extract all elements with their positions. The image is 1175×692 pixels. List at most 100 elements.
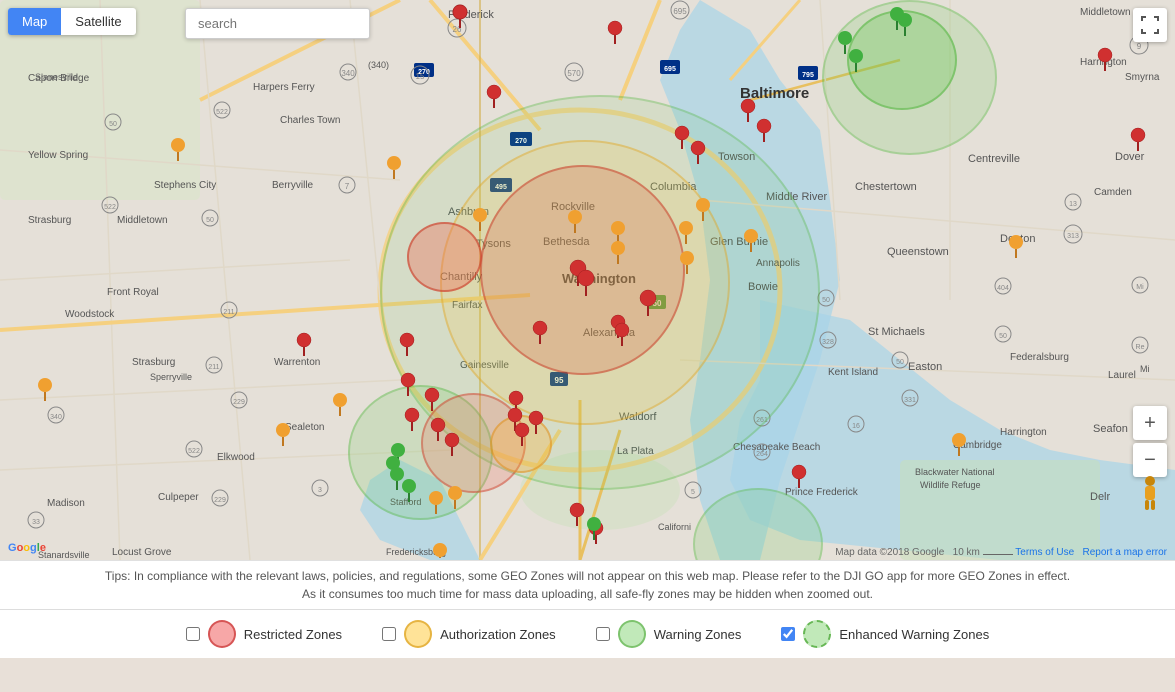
legend-item-authorization: Authorization Zones — [382, 620, 556, 648]
svg-text:Wildlife Refuge: Wildlife Refuge — [920, 480, 981, 490]
svg-text:522: 522 — [104, 204, 116, 211]
svg-text:Cambridge: Cambridge — [953, 440, 1002, 451]
map-type-toggle: Map Satellite — [8, 8, 136, 35]
svg-text:50: 50 — [206, 217, 214, 224]
zoom-out-button[interactable]: − — [1133, 443, 1167, 477]
svg-text:Queenstown: Queenstown — [887, 246, 949, 258]
svg-text:211: 211 — [208, 364, 219, 371]
svg-text:Washington: Washington — [562, 271, 636, 286]
svg-text:33: 33 — [32, 519, 40, 526]
legend-item-enhanced: Enhanced Warning Zones — [781, 620, 989, 648]
svg-text:Californi: Californi — [658, 522, 691, 532]
svg-text:Centreville: Centreville — [968, 153, 1020, 165]
svg-text:Columbia: Columbia — [650, 181, 697, 193]
svg-text:Chesapeake Beach: Chesapeake Beach — [733, 442, 820, 453]
svg-text:Rockville: Rockville — [551, 201, 595, 213]
svg-text:695: 695 — [664, 66, 676, 73]
zoom-in-button[interactable]: + — [1133, 406, 1167, 440]
warning-checkbox[interactable] — [596, 627, 610, 641]
svg-text:Harrington: Harrington — [1080, 57, 1127, 68]
search-input[interactable] — [185, 8, 370, 39]
svg-text:340: 340 — [50, 414, 62, 421]
svg-text:15: 15 — [416, 72, 425, 81]
svg-text:3: 3 — [318, 487, 322, 494]
svg-text:328: 328 — [822, 339, 834, 346]
svg-text:Dover: Dover — [1115, 151, 1145, 163]
map-btn[interactable]: Map — [8, 8, 61, 35]
svg-text:Middletown: Middletown — [117, 215, 168, 226]
svg-text:Mi: Mi — [1140, 364, 1150, 374]
enhanced-swatch — [803, 620, 831, 648]
svg-text:Gainesville: Gainesville — [460, 360, 509, 371]
svg-text:95: 95 — [555, 376, 564, 385]
svg-text:Middletown: Middletown — [1080, 7, 1131, 18]
svg-text:Blackwater National: Blackwater National — [915, 467, 995, 477]
pegman[interactable] — [1133, 476, 1167, 510]
search-box — [185, 8, 370, 39]
svg-text:50: 50 — [822, 297, 830, 304]
svg-text:5: 5 — [691, 489, 695, 496]
svg-text:Strasburg: Strasburg — [28, 215, 71, 226]
svg-text:Baltimore: Baltimore — [740, 85, 809, 102]
svg-text:Smyrna: Smyrna — [1125, 72, 1160, 83]
svg-text:229: 229 — [233, 399, 245, 406]
svg-text:Berryville: Berryville — [272, 180, 314, 191]
map-attribution: Map data ©2018 Google 10 km Terms of Use… — [835, 547, 1167, 558]
authorization-checkbox[interactable] — [382, 627, 396, 641]
google-logo: Google — [8, 542, 46, 554]
svg-text:Easton: Easton — [908, 361, 942, 373]
svg-text:Towson: Towson — [718, 151, 755, 163]
svg-text:Harpers Ferry: Harpers Ferry — [253, 82, 315, 93]
svg-text:Alexandria: Alexandria — [583, 327, 636, 339]
svg-text:270: 270 — [515, 138, 527, 145]
legend-bar: Restricted Zones Authorization Zones War… — [0, 609, 1175, 658]
svg-text:Yellow Spring: Yellow Spring — [28, 150, 88, 161]
enhanced-checkbox[interactable] — [781, 627, 795, 641]
map-container: 95 495 270 50 270 695 795 Baltimore Wash… — [0, 0, 1175, 560]
svg-text:Warrenton: Warrenton — [274, 357, 320, 368]
tips-text: Tips: In compliance with the relevant la… — [20, 567, 1155, 603]
authorization-swatch — [404, 620, 432, 648]
svg-text:Waldorf: Waldorf — [619, 411, 657, 423]
svg-text:404: 404 — [997, 285, 1009, 292]
svg-text:211: 211 — [223, 309, 234, 316]
svg-text:795: 795 — [802, 72, 814, 79]
svg-text:Front Royal: Front Royal — [107, 287, 159, 298]
svg-text:La Plata: La Plata — [617, 446, 654, 457]
svg-text:16: 16 — [852, 423, 860, 430]
svg-text:261: 261 — [756, 417, 768, 424]
authorization-label: Authorization Zones — [440, 627, 556, 642]
svg-text:Locust Grove: Locust Grove — [112, 547, 172, 558]
restricted-label: Restricted Zones — [244, 627, 342, 642]
svg-text:Stafford: Stafford — [390, 497, 421, 507]
svg-text:Sperryville: Sperryville — [150, 372, 192, 382]
svg-text:Kent Island: Kent Island — [828, 367, 878, 378]
svg-text:9: 9 — [1137, 42, 1142, 51]
svg-text:Culpeper: Culpeper — [158, 492, 199, 503]
fullscreen-button[interactable] — [1133, 8, 1167, 42]
svg-text:7: 7 — [345, 182, 350, 191]
svg-text:Strasburg: Strasburg — [132, 357, 175, 368]
svg-text:522: 522 — [216, 109, 228, 116]
svg-text:Laurel: Laurel — [1108, 370, 1136, 381]
svg-text:Sealeton: Sealeton — [285, 422, 324, 433]
satellite-btn[interactable]: Satellite — [61, 8, 135, 35]
svg-text:Stephens City: Stephens City — [154, 180, 216, 191]
legend-item-restricted: Restricted Zones — [186, 620, 342, 648]
svg-text:Delr: Delr — [1090, 491, 1111, 503]
svg-text:Bowie: Bowie — [748, 281, 778, 293]
svg-text:Glen Burnie: Glen Burnie — [710, 236, 768, 248]
svg-text:50: 50 — [999, 333, 1007, 340]
svg-text:495: 495 — [495, 184, 507, 191]
svg-text:313: 313 — [1067, 233, 1079, 240]
svg-text:Annapolis: Annapolis — [756, 258, 800, 269]
restricted-checkbox[interactable] — [186, 627, 200, 641]
warning-swatch — [618, 620, 646, 648]
svg-text:Seafon: Seafon — [1093, 423, 1128, 435]
zoom-controls: + − — [1133, 406, 1167, 480]
svg-text:St Michaels: St Michaels — [868, 326, 925, 338]
svg-text:695: 695 — [673, 7, 687, 16]
svg-text:Prince Frederick: Prince Frederick — [785, 487, 859, 498]
warning-label: Warning Zones — [654, 627, 742, 642]
restricted-swatch — [208, 620, 236, 648]
